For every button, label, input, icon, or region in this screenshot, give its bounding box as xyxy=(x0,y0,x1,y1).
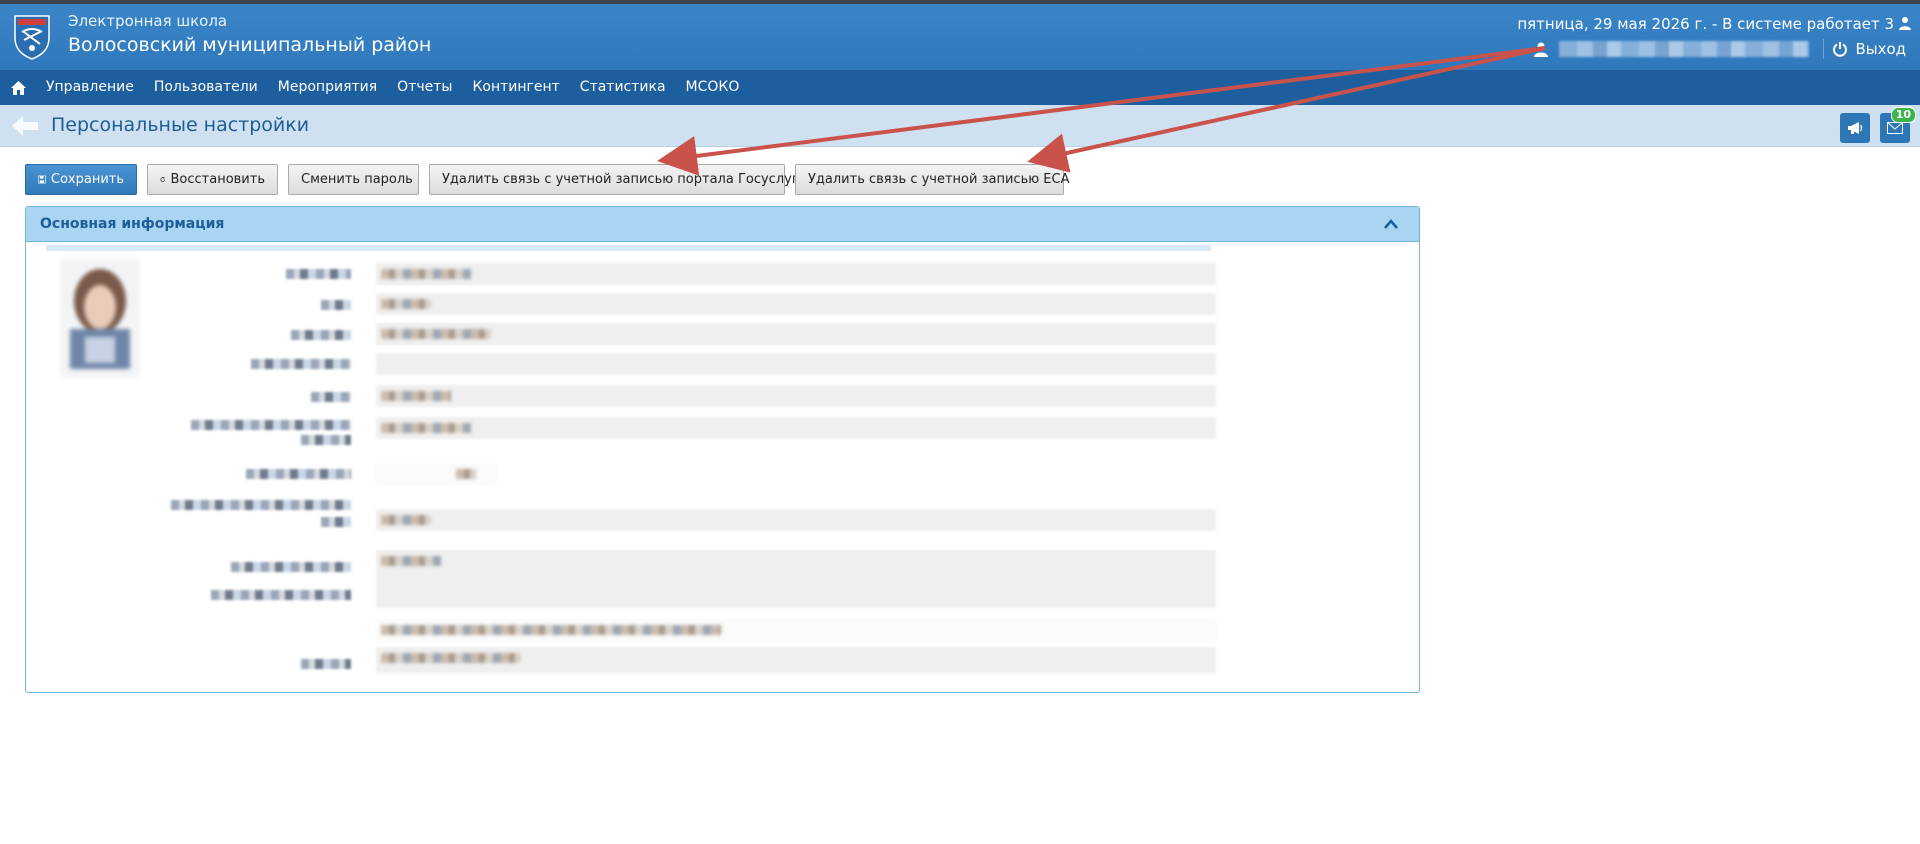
restore-label: Восстановить xyxy=(170,172,265,187)
district-name: Волосовский муниципальный район xyxy=(68,34,432,56)
nav-item-users[interactable]: Пользователи xyxy=(144,70,268,105)
field-label-redacted xyxy=(191,420,351,430)
app-header: Электронная школа Волосовский муниципаль… xyxy=(0,4,1920,70)
field-label-redacted xyxy=(291,330,351,340)
field-label-redacted xyxy=(321,300,351,310)
nav-item-management[interactable]: Управление xyxy=(36,70,144,105)
status-line: пятница, 29 мая 2026 г. - В системе рабо… xyxy=(1517,15,1894,33)
panel-title: Основная информация xyxy=(40,216,225,232)
envelope-icon xyxy=(1887,122,1903,134)
nav-item-contingent[interactable]: Контингент xyxy=(462,70,569,105)
coat-of-arms-logo xyxy=(14,15,50,60)
field-value-redacted xyxy=(376,463,496,485)
home-icon xyxy=(10,80,26,95)
messages-button[interactable]: 10 xyxy=(1880,107,1916,143)
user-icon xyxy=(1534,42,1549,57)
main-info-panel: Основная информация xyxy=(25,206,1420,693)
field-input-redacted[interactable] xyxy=(376,509,1216,531)
field-label-redacted xyxy=(301,435,351,445)
separator xyxy=(1823,39,1825,59)
megaphone-icon xyxy=(1848,122,1863,134)
save-button[interactable]: Сохранить xyxy=(25,164,137,195)
field-label-redacted xyxy=(211,590,351,600)
panel-divider xyxy=(46,245,1211,251)
change-password-button[interactable]: Сменить пароль xyxy=(288,164,419,195)
refresh-icon xyxy=(160,176,165,182)
field-input-redacted[interactable] xyxy=(376,417,1216,439)
field-label-redacted xyxy=(321,517,351,527)
announcements-button[interactable] xyxy=(1840,113,1870,143)
main-nav: Управление Пользователи Мероприятия Отче… xyxy=(0,70,1920,105)
back-arrow-icon[interactable] xyxy=(12,115,38,137)
field-label-redacted xyxy=(231,562,351,572)
restore-button[interactable]: Восстановить xyxy=(147,164,278,195)
home-button[interactable] xyxy=(0,70,36,105)
field-input-redacted[interactable] xyxy=(376,323,1216,345)
field-label-redacted xyxy=(251,359,351,369)
power-icon xyxy=(1833,42,1848,57)
app-name: Электронная школа xyxy=(68,12,228,30)
user-row: Выход xyxy=(1533,38,1906,60)
unlink-esa-button[interactable]: Удалить связь с учетной записью ЕСА xyxy=(795,164,1070,195)
chevron-up-icon[interactable] xyxy=(1383,217,1399,231)
page-title: Персональные настройки xyxy=(51,114,310,136)
user-name-redacted[interactable] xyxy=(1559,41,1810,57)
field-label-redacted xyxy=(311,392,351,402)
field-input-redacted[interactable] xyxy=(376,385,1216,407)
field-input-redacted[interactable] xyxy=(376,293,1216,315)
nav-item-statistics[interactable]: Статистика xyxy=(570,70,676,105)
logout-link[interactable]: Выход xyxy=(1855,40,1906,58)
page-titlebar: Персональные настройки 10 xyxy=(0,105,1920,147)
field-label-redacted xyxy=(171,500,351,510)
field-input-redacted[interactable] xyxy=(376,353,1216,375)
field-input-redacted[interactable] xyxy=(376,263,1216,285)
field-label-redacted xyxy=(301,659,351,669)
field-label-redacted xyxy=(246,469,351,479)
save-icon xyxy=(38,175,46,184)
nav-item-msoko[interactable]: МСОКО xyxy=(676,70,750,105)
field-label-redacted xyxy=(286,269,351,279)
panel-header[interactable]: Основная информация xyxy=(26,207,1419,242)
field-input-redacted[interactable] xyxy=(376,647,1216,673)
save-label: Сохранить xyxy=(50,172,124,187)
nav-item-reports[interactable]: Отчеты xyxy=(387,70,462,105)
field-textarea-redacted[interactable] xyxy=(376,550,1216,608)
field-links-redacted[interactable] xyxy=(376,619,1216,641)
toolbar: Сохранить Восстановить Сменить пароль Уд… xyxy=(25,164,1074,196)
nav-item-events[interactable]: Мероприятия xyxy=(268,70,387,105)
user-photo-redacted xyxy=(60,259,140,377)
online-users-icon xyxy=(1899,17,1911,30)
messages-count-badge: 10 xyxy=(1890,107,1916,123)
unlink-gosuslugi-button[interactable]: Удалить связь с учетной записью портала … xyxy=(429,164,799,195)
